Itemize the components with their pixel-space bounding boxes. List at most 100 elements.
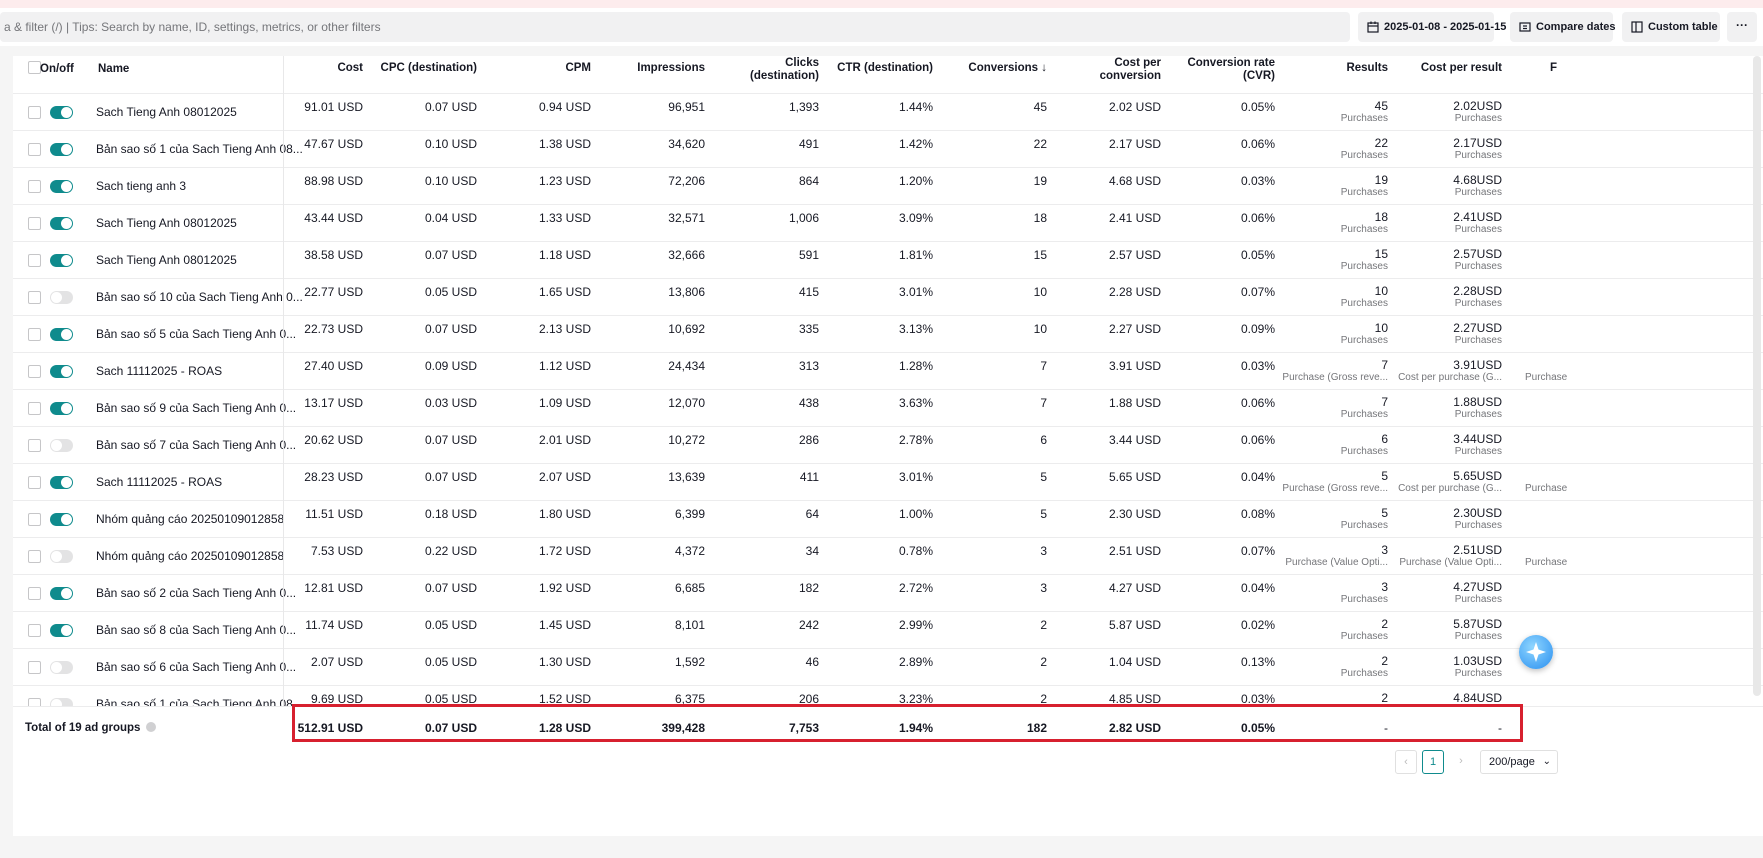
cell-results: 6 — [1381, 432, 1388, 446]
ad-group-name[interactable]: Bản sao số 7 của Sach Tieng Anh 0... — [96, 438, 296, 452]
cell-cost-per-result: 2.30USD — [1453, 506, 1502, 520]
cell-results-type: Purchases — [1340, 224, 1388, 235]
search-filter-input[interactable]: a & filter (/) | Tips: Search by name, I… — [0, 12, 1350, 42]
column-header-cost-per-conversion[interactable]: Cost per conversion — [1071, 57, 1161, 83]
ad-group-name[interactable]: Bản sao số 8 của Sach Tieng Anh 0... — [96, 623, 296, 637]
row-checkbox[interactable] — [28, 513, 41, 526]
table-row[interactable]: Bản sao số 7 của Sach Tieng Anh 0... 20.6… — [13, 427, 1763, 464]
ad-group-name[interactable]: Sach Tieng Anh 08012025 — [96, 253, 237, 267]
table-row[interactable]: Nhóm quảng cáo 20250109012858 11.51 USD 0.… — [13, 501, 1763, 538]
row-checkbox[interactable] — [28, 291, 41, 304]
compare-dates-label: Compare dates — [1536, 21, 1616, 33]
row-checkbox[interactable] — [28, 402, 41, 415]
table-row[interactable]: Bản sao số 5 của Sach Tieng Anh 0... 22.7… — [13, 316, 1763, 353]
status-toggle[interactable] — [50, 365, 73, 378]
vertical-scrollbar[interactable] — [1753, 56, 1761, 696]
ad-group-name[interactable]: Nhóm quảng cáo 20250109012858 — [96, 512, 284, 526]
next-page-button[interactable]: › — [1450, 750, 1472, 774]
status-toggle[interactable] — [50, 328, 73, 341]
ad-group-name[interactable]: Nhóm quảng cáo 20250109012858 — [96, 549, 284, 563]
table-row[interactable]: Bản sao số 9 của Sach Tieng Anh 0... 13.1… — [13, 390, 1763, 427]
column-header-cvr[interactable]: Conversion rate (CVR) — [1175, 57, 1275, 83]
row-checkbox[interactable] — [28, 476, 41, 489]
row-checkbox[interactable] — [28, 439, 41, 452]
table-row[interactable]: Bản sao số 1 của Sach Tieng Anh 08... 47.… — [13, 131, 1763, 168]
table-row[interactable]: Sach Tieng Anh 08012025 38.58 USD 0.07 USD… — [13, 242, 1763, 279]
column-header-cpm[interactable]: CPM — [511, 62, 591, 75]
row-checkbox[interactable] — [28, 254, 41, 267]
table-row[interactable]: Sach 11112025 - ROAS 28.23 USD 0.07 USD 2.0… — [13, 464, 1763, 501]
column-header-ctr[interactable]: CTR (destination) — [823, 62, 933, 75]
status-toggle[interactable] — [50, 439, 73, 452]
row-checkbox[interactable] — [28, 180, 41, 193]
column-header-name[interactable]: Name — [98, 63, 129, 76]
assistant-sparkle-icon[interactable] — [1519, 635, 1553, 669]
status-toggle[interactable] — [50, 513, 73, 526]
cell-ctr: 3.63% — [898, 396, 933, 410]
row-checkbox[interactable] — [28, 550, 41, 563]
compare-dates-button[interactable]: Compare dates — [1510, 12, 1616, 42]
table-row[interactable]: Sach 11112025 - ROAS 27.40 USD 0.09 USD 1.1… — [13, 353, 1763, 390]
row-checkbox[interactable] — [28, 365, 41, 378]
table-row[interactable]: Sach Tieng Anh 08012025 91.01 USD 0.07 USD… — [13, 94, 1763, 131]
ad-group-name[interactable]: Sach tieng anh 3 — [96, 179, 186, 193]
status-toggle[interactable] — [50, 180, 73, 193]
table-row[interactable]: Bản sao số 10 của Sach Tieng Anh 0... 22.… — [13, 279, 1763, 316]
column-header-cpc[interactable]: CPC (destination) — [367, 62, 477, 75]
row-checkbox[interactable] — [28, 217, 41, 230]
status-toggle[interactable] — [50, 106, 73, 119]
ad-group-name[interactable]: Sach 11112025 - ROAS — [96, 364, 222, 378]
page-size-select[interactable]: 200/page ⌄ — [1480, 750, 1558, 774]
ad-group-name[interactable]: Bản sao số 9 của Sach Tieng Anh 0... — [96, 401, 296, 415]
column-header-results[interactable]: Results — [1303, 62, 1388, 75]
ad-group-name[interactable]: Bản sao số 5 của Sach Tieng Anh 0... — [96, 327, 296, 341]
column-header-impressions[interactable]: Impressions — [615, 62, 705, 75]
status-toggle[interactable] — [50, 402, 73, 415]
status-toggle[interactable] — [50, 587, 73, 600]
status-toggle[interactable] — [50, 624, 73, 637]
cell-ctr: 1.28% — [898, 359, 933, 373]
row-checkbox[interactable] — [28, 106, 41, 119]
table-row[interactable]: Sach tieng anh 3 88.98 USD 0.10 USD 1.23 US… — [13, 168, 1763, 205]
cell-cvr: 0.09% — [1240, 322, 1275, 336]
table-row[interactable]: Bản sao số 2 của Sach Tieng Anh 0... 12.8… — [13, 575, 1763, 612]
column-header-extra[interactable]: F — [1550, 62, 1557, 75]
ad-group-name[interactable]: Sach Tieng Anh 08012025 — [96, 105, 237, 119]
date-range-button[interactable]: 2025-01-08 - 2025-01-15 — [1358, 12, 1506, 42]
ad-group-name[interactable]: Bản sao số 2 của Sach Tieng Anh 0... — [96, 586, 296, 600]
column-header-cost[interactable]: Cost — [303, 62, 363, 75]
ad-group-name[interactable]: Sach Tieng Anh 08012025 — [96, 216, 237, 230]
current-page-button[interactable]: 1 — [1422, 750, 1444, 774]
column-header-onoff[interactable]: On/off — [40, 63, 74, 76]
status-toggle[interactable] — [50, 143, 73, 156]
row-checkbox[interactable] — [28, 587, 41, 600]
row-checkbox[interactable] — [28, 328, 41, 341]
status-toggle[interactable] — [50, 476, 73, 489]
status-toggle[interactable] — [50, 217, 73, 230]
ad-group-name[interactable]: Bản sao số 10 của Sach Tieng Anh 0... — [96, 290, 303, 304]
column-header-clicks[interactable]: Clicks (destination) — [729, 57, 819, 83]
cell-cpc: 0.07 USD — [424, 100, 477, 114]
more-options-button[interactable]: ··· — [1727, 12, 1757, 42]
row-checkbox[interactable] — [28, 661, 41, 674]
status-toggle[interactable] — [50, 254, 73, 267]
status-toggle[interactable] — [50, 661, 73, 674]
status-toggle[interactable] — [50, 550, 73, 563]
table-row[interactable]: Bản sao số 6 của Sach Tieng Anh 0... 2.07… — [13, 649, 1763, 686]
row-checkbox[interactable] — [28, 624, 41, 637]
column-header-cost-per-result[interactable]: Cost per result — [1402, 62, 1502, 75]
ad-group-name[interactable]: Bản sao số 6 của Sach Tieng Anh 0... — [96, 660, 296, 674]
table-row[interactable]: Nhóm quảng cáo 20250109012858 7.53 USD 0.2… — [13, 538, 1763, 575]
column-header-conversions[interactable]: Conversions ↓ — [947, 62, 1047, 75]
status-toggle[interactable] — [50, 291, 73, 304]
info-icon[interactable] — [145, 722, 156, 732]
row-checkbox[interactable] — [28, 143, 41, 156]
custom-table-button[interactable]: Custom table — [1622, 12, 1720, 42]
cell-conversions: 5 — [1040, 470, 1047, 484]
prev-page-button[interactable]: ‹ — [1395, 750, 1417, 774]
cell-results-type: Purchases — [1340, 335, 1388, 346]
table-row[interactable]: Sach Tieng Anh 08012025 43.44 USD 0.04 USD… — [13, 205, 1763, 242]
ad-group-name[interactable]: Sach 11112025 - ROAS — [96, 475, 222, 489]
ad-group-name[interactable]: Bản sao số 1 của Sach Tieng Anh 08... — [96, 142, 303, 156]
table-row[interactable]: Bản sao số 8 của Sach Tieng Anh 0... 11.7… — [13, 612, 1763, 649]
